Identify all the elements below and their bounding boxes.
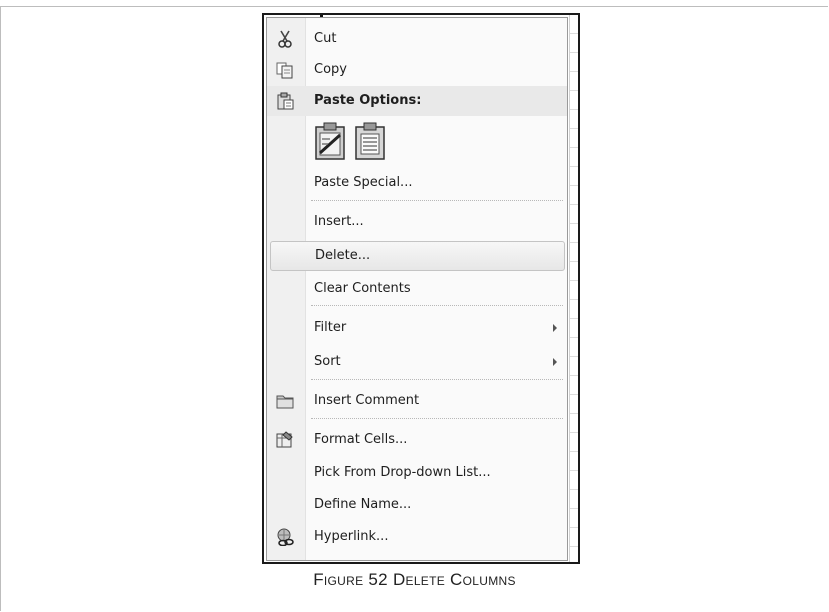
menu-item-label: Insert... — [314, 214, 364, 229]
paste-values-button[interactable] — [352, 121, 388, 161]
figure-caption: Figure 52 Delete Columns — [0, 570, 829, 590]
paste-icon — [276, 92, 294, 110]
menu-item-label: Sort — [314, 354, 341, 369]
menu-item-insert[interactable]: Insert... — [267, 207, 567, 237]
menu-item-sort[interactable]: Sort — [267, 347, 567, 377]
submenu-arrow-icon — [553, 324, 557, 332]
menu-item-label: Delete... — [315, 248, 371, 263]
context-menu: Cut Copy Paste Options: Paste Special...… — [266, 17, 568, 561]
menu-item-paste-special[interactable]: Paste Special... — [267, 168, 567, 198]
menu-item-cut[interactable]: Cut — [267, 24, 567, 54]
copy-icon — [276, 61, 294, 79]
menu-item-label: Paste Special... — [314, 175, 413, 190]
menu-item-hyperlink[interactable]: Hyperlink... — [267, 522, 567, 552]
menu-item-format-cells[interactable]: Format Cells... — [267, 425, 567, 455]
menu-item-clear-contents[interactable]: Clear Contents — [267, 274, 567, 304]
comment-icon — [276, 392, 294, 410]
caption-text: Figure 52 Delete Columns — [313, 570, 516, 589]
menu-item-label: Paste Options: — [314, 93, 422, 108]
menu-separator — [311, 200, 563, 201]
scissors-icon — [276, 30, 294, 48]
menu-item-label: Pick From Drop-down List... — [314, 465, 491, 480]
paste-all-button[interactable] — [312, 121, 348, 161]
menu-item-delete[interactable]: Delete... — [270, 241, 565, 271]
menu-separator — [311, 379, 563, 380]
menu-item-label: Hyperlink... — [314, 529, 389, 544]
menu-separator — [311, 305, 563, 306]
menu-item-copy[interactable]: Copy — [267, 55, 567, 85]
screenshot: Cut Copy Paste Options: Paste Special...… — [262, 13, 580, 564]
submenu-arrow-icon — [553, 358, 557, 366]
menu-item-label: Cut — [314, 31, 337, 46]
menu-item-label: Define Name... — [314, 497, 412, 512]
worksheet-edge — [569, 15, 578, 562]
format-cells-icon — [276, 431, 294, 449]
menu-item-label: Insert Comment — [314, 393, 420, 408]
hyperlink-icon — [276, 528, 294, 547]
paste-all-icon — [312, 122, 348, 165]
menu-item-define-name[interactable]: Define Name... — [267, 490, 567, 520]
menu-item-pick-from-list[interactable]: Pick From Drop-down List... — [267, 458, 567, 488]
menu-item-label: Copy — [314, 62, 347, 77]
menu-item-label: Filter — [314, 320, 347, 335]
paste-options-header: Paste Options: — [267, 86, 567, 116]
menu-item-insert-comment[interactable]: Insert Comment — [267, 386, 567, 416]
menu-item-filter[interactable]: Filter — [267, 313, 567, 343]
menu-item-label: Clear Contents — [314, 281, 411, 296]
paste-values-icon — [352, 122, 388, 165]
menu-item-label: Format Cells... — [314, 432, 408, 447]
menu-separator — [311, 418, 563, 419]
